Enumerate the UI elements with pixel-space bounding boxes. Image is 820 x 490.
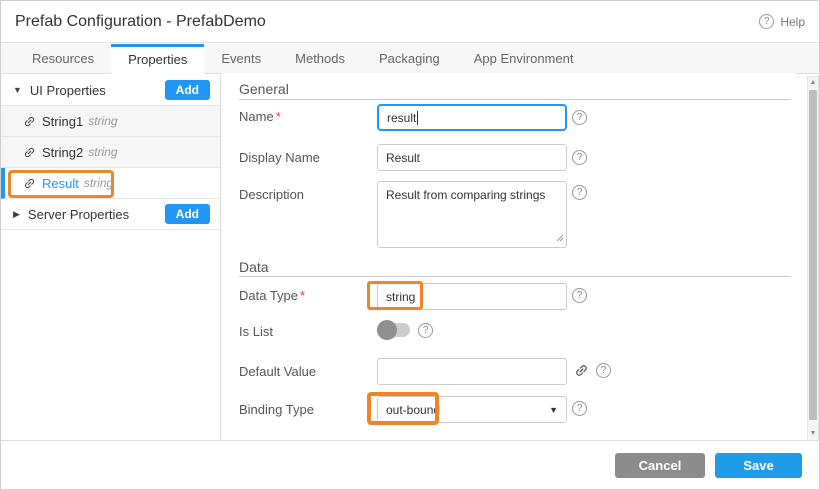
sidebar-item-string2[interactable]: String2 string <box>1 137 220 168</box>
scrollbar-thumb[interactable] <box>809 90 817 420</box>
link-icon <box>20 143 38 161</box>
tab-bar: Resources Properties Events Methods Pack… <box>1 44 819 74</box>
display-name-input-value: Result <box>386 151 420 165</box>
help-icon: ? <box>759 14 774 29</box>
cancel-button[interactable]: Cancel <box>615 453 705 478</box>
resize-handle-icon[interactable] <box>556 231 564 245</box>
tab-methods[interactable]: Methods <box>278 44 362 74</box>
help-button[interactable]: ? Help <box>759 14 805 29</box>
data-type-input-value: string <box>386 290 415 304</box>
section-divider <box>239 276 791 277</box>
data-type-help-icon[interactable]: ? <box>572 288 587 303</box>
binding-type-select[interactable]: out-bound ▼ <box>377 396 567 423</box>
tab-properties[interactable]: Properties <box>111 44 204 75</box>
description-textarea[interactable]: Result from comparing strings <box>377 181 567 248</box>
property-name: Result <box>42 176 79 191</box>
tab-events[interactable]: Events <box>204 44 278 74</box>
server-properties-label: Server Properties <box>28 207 129 222</box>
is-list-toggle[interactable] <box>377 320 411 340</box>
property-type: string <box>84 176 113 190</box>
save-button[interactable]: Save <box>715 453 802 478</box>
sidebar-item-string1[interactable]: String1 string <box>1 106 220 137</box>
add-ui-property-button[interactable]: Add <box>165 80 210 100</box>
default-value-input[interactable] <box>377 358 567 385</box>
name-label: Name* <box>239 109 281 124</box>
data-section-heading: Data <box>239 259 269 275</box>
name-input-value: result <box>387 111 416 125</box>
binding-type-label: Binding Type <box>239 402 314 417</box>
description-label: Description <box>239 187 304 202</box>
name-input[interactable]: result <box>377 104 567 131</box>
binding-type-selected-value: out-bound <box>386 403 440 417</box>
scroll-down-arrow-icon[interactable]: ▼ <box>808 428 818 440</box>
property-name: String2 <box>42 145 83 160</box>
binding-type-help-icon[interactable]: ? <box>572 401 587 416</box>
chevron-down-icon: ▼ <box>13 85 22 95</box>
link-icon <box>20 112 38 130</box>
chevron-right-icon: ▶ <box>13 209 20 220</box>
sidebar-group-server-properties[interactable]: ▶ Server Properties Add <box>1 199 220 230</box>
property-type: string <box>88 114 117 128</box>
dialog-footer: Cancel Save <box>1 440 819 489</box>
required-asterisk: * <box>300 288 305 303</box>
property-type: string <box>88 145 117 159</box>
help-label: Help <box>780 15 805 29</box>
display-name-input[interactable]: Result <box>377 144 567 171</box>
dropdown-arrow-icon: ▼ <box>549 405 558 415</box>
data-type-label: Data Type* <box>239 288 305 303</box>
description-help-icon[interactable]: ? <box>572 185 587 200</box>
toggle-knob <box>377 320 397 340</box>
general-section-heading: General <box>239 81 289 97</box>
add-server-property-button[interactable]: Add <box>165 204 210 224</box>
scroll-up-arrow-icon[interactable]: ▲ <box>808 77 818 89</box>
property-form: General Name* result ? Display Name Resu… <box>222 73 796 442</box>
property-name: String1 <box>42 114 83 129</box>
description-value: Result from comparing strings <box>386 188 545 202</box>
section-divider <box>239 99 791 100</box>
dialog-title: Prefab Configuration - PrefabDemo <box>15 13 266 31</box>
sidebar-item-result[interactable]: Result string <box>1 168 220 199</box>
prefab-configuration-dialog: Prefab Configuration - PrefabDemo ? Help… <box>0 0 820 490</box>
display-name-help-icon[interactable]: ? <box>572 150 587 165</box>
display-name-label: Display Name <box>239 150 320 165</box>
tab-packaging[interactable]: Packaging <box>362 44 457 74</box>
data-type-input[interactable]: string <box>377 283 567 310</box>
tab-resources[interactable]: Resources <box>15 44 111 74</box>
default-value-help-icon[interactable]: ? <box>596 363 611 378</box>
text-cursor <box>417 111 418 125</box>
tab-app-environment[interactable]: App Environment <box>457 44 591 74</box>
default-value-label: Default Value <box>239 364 316 379</box>
bind-link-icon[interactable] <box>571 360 592 381</box>
sidebar-group-ui-properties[interactable]: ▼ UI Properties Add <box>1 75 220 106</box>
ui-properties-label: UI Properties <box>30 83 106 98</box>
vertical-scrollbar: ▲ ▼ <box>807 76 819 441</box>
properties-sidebar: ▼ UI Properties Add String1 string Strin… <box>1 75 221 442</box>
required-asterisk: * <box>276 109 281 124</box>
is-list-help-icon[interactable]: ? <box>418 323 433 338</box>
is-list-label: Is List <box>239 324 273 339</box>
title-bar: Prefab Configuration - PrefabDemo ? Help <box>1 1 819 43</box>
name-help-icon[interactable]: ? <box>572 110 587 125</box>
link-icon <box>20 174 38 192</box>
